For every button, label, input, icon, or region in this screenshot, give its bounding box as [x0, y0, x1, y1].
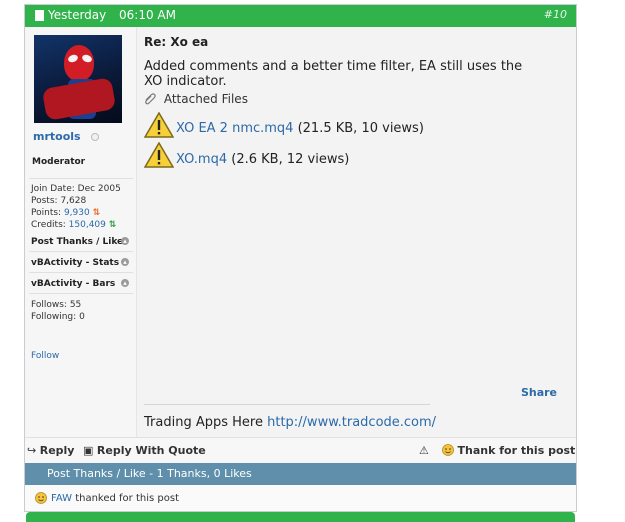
signature-divider: [144, 404, 430, 405]
attachment-info: (21.5 KB, 10 views): [297, 121, 424, 136]
credits-link[interactable]: 150,409: [69, 220, 106, 230]
following-count: Following: 0: [31, 312, 85, 322]
post-header: Yesterday 06:10 AM #10: [25, 5, 576, 27]
thanking-user-link[interactable]: FAW: [51, 493, 72, 504]
signature-link[interactable]: http://www.tradcode.com/: [267, 415, 436, 430]
user-sidebar: mrtools Moderator Join Date: Dec 2005 Po…: [25, 27, 137, 437]
sidebar-section-stats[interactable]: vBActivity - Stats: [31, 258, 119, 268]
post-number[interactable]: #10: [544, 8, 567, 21]
sidebar-divider: [29, 272, 133, 273]
credits-count: Credits: 150,409 ⇅: [31, 220, 117, 230]
thank-button[interactable]: Thank for this post: [442, 444, 575, 457]
avatar[interactable]: [34, 35, 122, 123]
collapse-icon[interactable]: ▴: [121, 237, 129, 245]
points-count: Points: 9,930 ⇅: [31, 208, 101, 218]
share-link[interactable]: Share: [521, 386, 557, 399]
collapse-icon[interactable]: ▴: [121, 279, 129, 287]
post-content: Re: Xo ea Added comments and a better ti…: [144, 27, 569, 437]
warning-icon: [144, 142, 174, 168]
post-footer: ↪ Reply ▣ Reply With Quote ⚠ Thank for t…: [25, 437, 576, 464]
username-link[interactable]: mrtools: [33, 130, 81, 143]
points-link[interactable]: 9,930: [64, 208, 90, 218]
post-body: Added comments and a better time filter,…: [144, 59, 523, 89]
smile-icon: [35, 492, 47, 504]
attachment-info: (2.6 KB, 12 views): [231, 152, 350, 167]
sidebar-divider: [29, 178, 133, 179]
post-thanks-summary: Post Thanks / Like - 1 Thanks, 0 Likes: [47, 467, 252, 480]
collapse-icon[interactable]: ▴: [121, 258, 129, 266]
quote-bubble-icon: ▣: [83, 444, 94, 457]
reply-with-quote-button[interactable]: ▣ Reply With Quote: [83, 444, 206, 457]
points-transfer-icon[interactable]: ⇅: [93, 208, 101, 218]
post-date: Yesterday: [48, 8, 107, 22]
attached-files-heading: Attached Files: [144, 92, 248, 106]
posts-count: Posts: 7,628: [31, 196, 87, 206]
attachment-item: XO.mq4 (2.6 KB, 12 views): [176, 152, 349, 167]
reply-arrow-icon: ↪: [27, 444, 37, 457]
thanks-list: FAW thanked for this post: [25, 485, 576, 511]
user-role: Moderator: [32, 157, 86, 167]
post-time: 06:10 AM: [119, 8, 176, 22]
offline-status-icon: [91, 133, 99, 141]
reply-button[interactable]: ↪ Reply: [27, 444, 74, 457]
attachment-link[interactable]: XO EA 2 nmc.mq4: [176, 121, 293, 136]
next-post-header: [26, 512, 575, 522]
sidebar-section-thanks[interactable]: Post Thanks / Like: [31, 237, 123, 247]
credits-transfer-icon[interactable]: ⇅: [109, 220, 117, 230]
post-thanks-bar: Post Thanks / Like - 1 Thanks, 0 Likes: [25, 463, 576, 485]
signature: Trading Apps Here http://www.tradcode.co…: [144, 415, 437, 430]
attachment-link[interactable]: XO.mq4: [176, 152, 227, 167]
sidebar-divider: [29, 251, 133, 252]
thanks-text: thanked for this post: [75, 493, 179, 504]
report-warning-icon[interactable]: ⚠: [419, 444, 429, 457]
sidebar-divider: [29, 293, 133, 294]
warning-icon: [144, 112, 174, 138]
follow-link[interactable]: Follow: [31, 351, 59, 361]
paperclip-icon: [145, 93, 156, 105]
post-icon: [35, 10, 44, 21]
smile-icon: [442, 444, 454, 456]
post-title: Re: Xo ea: [144, 35, 209, 49]
attachment-item: XO EA 2 nmc.mq4 (21.5 KB, 10 views): [176, 121, 424, 136]
follows-count: Follows: 55: [31, 300, 82, 310]
join-date: Join Date: Dec 2005: [31, 184, 121, 194]
post-container: Yesterday 06:10 AM #10 mrtools Moderator…: [24, 4, 577, 512]
sidebar-section-bars[interactable]: vBActivity - Bars: [31, 279, 115, 289]
